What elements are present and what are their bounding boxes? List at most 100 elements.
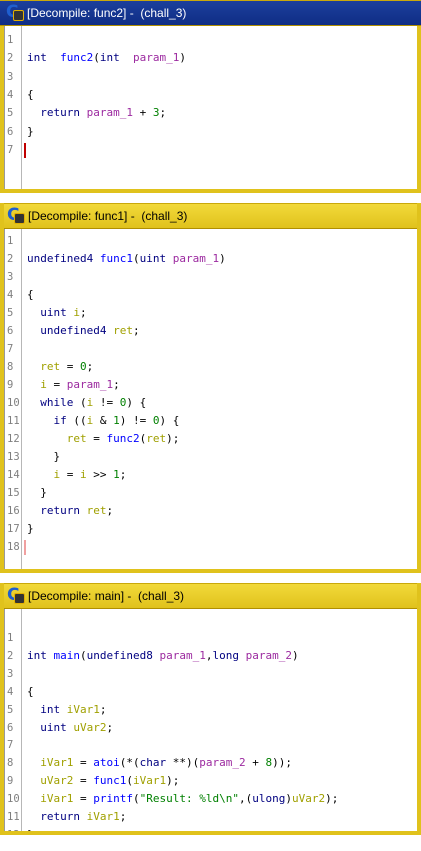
code-line: 8 ret = 0; bbox=[5, 358, 417, 376]
code-text: } bbox=[27, 450, 61, 463]
code-line: 12} bbox=[5, 826, 417, 831]
code-line: 2 undefined4 func1(uint param_1) bbox=[5, 250, 417, 268]
line-number: 11 bbox=[7, 415, 20, 427]
panel-title: [Decompile: func1] - (chall_3) bbox=[28, 209, 188, 223]
code-text: int main(undefined8 param_1,long param_2… bbox=[27, 648, 299, 662]
code-text: return iVar1; bbox=[40, 810, 127, 823]
code-line: 8 iVar1 = atoi(*(char **)(param_2 + 8)); bbox=[5, 754, 417, 772]
line-number: 3 bbox=[7, 70, 14, 83]
panel-title: [Decompile: main] - (chall_3) bbox=[28, 589, 185, 603]
line-number: 4 bbox=[7, 289, 14, 301]
panel-title: [Decompile: func2] - (chall_3) bbox=[27, 6, 187, 20]
code-text: i = param_1; bbox=[40, 378, 120, 391]
line-number: 13 bbox=[7, 451, 20, 463]
panel-titlebar[interactable]: C[Decompile: main] - (chall_3) bbox=[4, 583, 417, 609]
panel-titlebar[interactable]: C[Decompile: func2] - (chall_3) bbox=[0, 0, 421, 26]
line-number: 5 bbox=[7, 307, 14, 319]
line-number: 7 bbox=[7, 739, 14, 752]
code-text: int func2(int param_1) bbox=[27, 51, 186, 65]
code-line: 5 int iVar1; bbox=[5, 701, 417, 719]
line-number: 3 bbox=[7, 271, 14, 283]
code-line: 4{ bbox=[5, 683, 417, 701]
line-number: 15 bbox=[7, 487, 20, 499]
code-text: uint i; bbox=[40, 306, 87, 319]
line-number: 2 bbox=[7, 52, 14, 65]
line-number: 1 bbox=[7, 34, 14, 46]
line-number: 2 bbox=[7, 649, 14, 662]
line-number: 7 bbox=[7, 343, 14, 355]
text-cursor bbox=[24, 142, 26, 158]
code-line: 18 bbox=[5, 538, 417, 556]
code-area[interactable]: 1 2 int func2(int param_1) 3 4{5 return para… bbox=[4, 26, 417, 189]
code-text: } bbox=[27, 486, 47, 499]
code-text: ret = func2(ret); bbox=[66, 432, 180, 445]
code-text: { bbox=[27, 87, 34, 101]
line-number: 17 bbox=[7, 523, 20, 535]
line-number: 4 bbox=[7, 685, 14, 698]
code-text: undefined4 func1(uint param_1) bbox=[27, 252, 226, 265]
code-text: while (i != 0) { bbox=[40, 396, 147, 409]
code-text: iVar1 = printf("Result: %ld\n",(ulong)uV… bbox=[40, 792, 339, 806]
code-line: 5 uint i; bbox=[5, 304, 417, 322]
code-line: 2 int main(undefined8 param_1,long param_… bbox=[5, 647, 417, 665]
code-line: 10 while (i != 0) { bbox=[5, 394, 417, 412]
code-text: return param_1 + 3; bbox=[40, 106, 167, 120]
code-line: 13 } bbox=[5, 448, 417, 466]
line-number: 1 bbox=[7, 235, 14, 247]
code-line: 11 if ((i & 1) != 0) { bbox=[5, 412, 417, 430]
line-number: 10 bbox=[7, 397, 20, 409]
code-line: 6 undefined4 ret; bbox=[5, 322, 417, 340]
code-text: } bbox=[27, 826, 34, 831]
code-line: 6} bbox=[5, 123, 417, 141]
code-line: 17} bbox=[5, 520, 417, 538]
code-text: ret = 0; bbox=[40, 360, 94, 373]
code-line: 9 i = param_1; bbox=[5, 376, 417, 394]
code-text: undefined4 ret; bbox=[40, 324, 140, 337]
code-area[interactable]: 1 2 undefined4 func1(uint param_1) 3 4{5 uin… bbox=[4, 229, 417, 569]
code-line: 2 int func2(int param_1) bbox=[5, 49, 417, 67]
line-number: 6 bbox=[7, 325, 14, 337]
line-number: 8 bbox=[7, 757, 14, 770]
code-line: 7 bbox=[5, 141, 417, 159]
code-text: i = i >> 1; bbox=[53, 468, 127, 481]
line-number: 4 bbox=[7, 88, 14, 101]
line-number: 10 bbox=[7, 793, 20, 806]
ghidra-decompile-icon: C bbox=[6, 4, 24, 22]
line-number: 14 bbox=[7, 469, 20, 481]
code-line: 9 uVar2 = func1(iVar1); bbox=[5, 772, 417, 790]
line-number: 18 bbox=[7, 541, 20, 553]
panel-titlebar[interactable]: C[Decompile: func1] - (chall_3) bbox=[4, 203, 417, 229]
code-text: if ((i & 1) != 0) { bbox=[53, 414, 180, 427]
code-line: 1 bbox=[5, 31, 417, 49]
line-number: 9 bbox=[7, 775, 14, 788]
code-text: int iVar1; bbox=[40, 702, 107, 716]
line-number: 11 bbox=[7, 811, 20, 823]
line-number: 8 bbox=[7, 361, 14, 373]
code-line: 3 bbox=[5, 68, 417, 86]
line-number: 5 bbox=[7, 107, 14, 120]
line-number: 5 bbox=[7, 703, 14, 716]
code-line: 11 return iVar1; bbox=[5, 808, 417, 826]
code-line: 14 i = i >> 1; bbox=[5, 466, 417, 484]
code-area[interactable]: 1 2 int main(undefined8 param_1,long param… bbox=[4, 609, 417, 831]
code-text: return ret; bbox=[40, 504, 114, 517]
code-line: 4{ bbox=[5, 86, 417, 104]
code-line: 12 ret = func2(ret); bbox=[5, 430, 417, 448]
line-number: 12 bbox=[7, 433, 20, 445]
ghidra-decompile-icon: C bbox=[7, 587, 25, 605]
code-line: 15 } bbox=[5, 484, 417, 502]
code-text: iVar1 = atoi(*(char **)(param_2 + 8)); bbox=[40, 756, 292, 770]
code-text: uint uVar2; bbox=[40, 720, 114, 734]
code-text: } bbox=[27, 124, 34, 138]
line-number: 12 bbox=[7, 826, 21, 831]
code-line: 1 bbox=[5, 232, 417, 250]
code-line: 10 iVar1 = printf("Result: %ld\n",(ulong… bbox=[5, 790, 417, 808]
code-line: 3 bbox=[5, 665, 417, 683]
line-number: 9 bbox=[7, 379, 14, 391]
code-line: 7 bbox=[5, 736, 417, 754]
text-cursor bbox=[24, 540, 26, 555]
line-number: 2 bbox=[7, 253, 14, 265]
code-line: 5 return param_1 + 3; bbox=[5, 104, 417, 122]
decompile-panel: C[Decompile: main] - (chall_3) 12 int main… bbox=[0, 583, 421, 835]
code-line: 4{ bbox=[5, 286, 417, 304]
